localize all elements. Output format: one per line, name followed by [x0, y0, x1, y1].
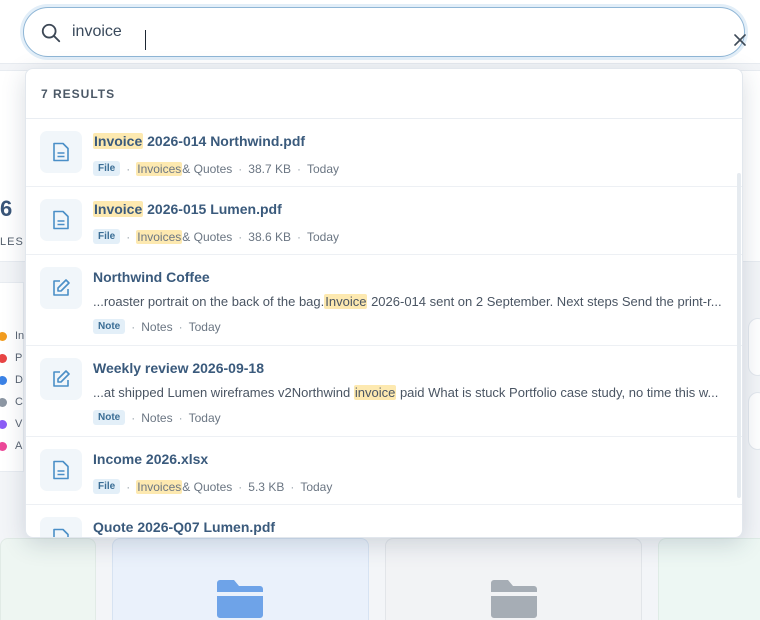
- folder-name: & Quotes: [182, 161, 233, 176]
- file-size: 38.7 KB: [248, 161, 291, 176]
- modified-date: Today: [188, 410, 221, 425]
- result-meta: File · Invoices & Quotes · 5.3 KB · Toda…: [93, 479, 332, 494]
- result-title: Quote 2026-Q07 Lumen.pdf: [93, 519, 276, 535]
- type-badge: Note: [93, 319, 126, 334]
- folder-card[interactable]: [658, 538, 760, 620]
- search-icon: [41, 23, 61, 43]
- legend-item: A: [0, 439, 22, 453]
- folder-icon: [217, 580, 263, 618]
- legend-item: P: [0, 351, 22, 365]
- result-meta: File · Invoices & Quotes · 38.7 KB · Tod…: [93, 161, 339, 176]
- clear-search-button[interactable]: [728, 28, 752, 52]
- legend-item: In: [0, 329, 24, 343]
- match-highlight: invoice: [353, 385, 397, 400]
- type-badge: File: [93, 161, 121, 176]
- results-count: 7 RESULTS: [26, 69, 742, 119]
- result-title: Weekly review 2026-09-18: [93, 360, 264, 376]
- result-type-icon-box: [40, 358, 82, 400]
- result-meta: Note · Notes · Today: [93, 410, 221, 425]
- result-item[interactable]: Northwind Coffee ...roaster portrait on …: [26, 255, 742, 346]
- category-name: Notes: [141, 410, 173, 425]
- legend-label: A: [15, 440, 23, 452]
- file-icon: [53, 210, 69, 230]
- search-bar[interactable]: [23, 7, 746, 57]
- result-snippet: ...at shipped Lumen wireframes v2Northwi…: [93, 385, 719, 400]
- result-snippet: ...roaster portrait on the back of the b…: [93, 294, 722, 309]
- match-highlight: Invoice: [93, 201, 144, 217]
- type-badge: File: [93, 229, 121, 244]
- legend-dot: [0, 375, 7, 385]
- result-type-icon-box: [40, 131, 82, 173]
- modified-date: Today: [307, 229, 340, 244]
- result-meta: Note · Notes · Today: [93, 319, 221, 334]
- modified-date: Today: [307, 161, 340, 176]
- legend-dot: [0, 441, 7, 451]
- match-highlight: Invoice: [324, 294, 368, 309]
- result-item[interactable]: Weekly review 2026-09-18 ...at shipped L…: [26, 346, 742, 437]
- result-item[interactable]: Income 2026.xlsx File · Invoices & Quote…: [26, 437, 742, 505]
- side-control[interactable]: [748, 392, 760, 450]
- stat-number: 6: [0, 196, 13, 221]
- match-highlight: Invoices: [136, 161, 183, 176]
- text-caret: [145, 30, 146, 50]
- close-icon: [734, 34, 746, 46]
- result-title: Northwind Coffee: [93, 269, 210, 285]
- folder-name: & Quotes: [182, 479, 233, 494]
- legend-item: V: [0, 417, 22, 431]
- file-size: 38.6 KB: [248, 229, 291, 244]
- legend-label: D: [15, 374, 23, 386]
- result-item[interactable]: Invoice 2026-015 Lumen.pdf File · Invoic…: [26, 187, 742, 255]
- modified-date: Today: [300, 479, 333, 494]
- legend-item: D: [0, 373, 23, 387]
- file-icon: [53, 528, 69, 537]
- match-highlight: Invoice: [93, 133, 144, 149]
- folder-name: & Quotes: [182, 229, 233, 244]
- result-title-text: 2026-015 Lumen.pdf: [143, 201, 282, 217]
- file-size: 5.3 KB: [248, 479, 285, 494]
- folder-card[interactable]: [0, 538, 96, 620]
- result-type-icon-box: [40, 199, 82, 241]
- result-title: Income 2026.xlsx: [93, 451, 209, 467]
- legend-dot: [0, 331, 7, 341]
- file-icon: [53, 142, 69, 162]
- folder-icon: [491, 580, 537, 618]
- results-scrollbar[interactable]: [737, 173, 741, 498]
- modified-date: Today: [188, 319, 221, 334]
- file-icon: [53, 460, 69, 480]
- result-meta: File · Invoices & Quotes · 38.6 KB · Tod…: [93, 229, 339, 244]
- legend-dot: [0, 419, 7, 429]
- stat-label: LES: [0, 236, 24, 248]
- legend-dot: [0, 353, 7, 363]
- result-type-icon-box: [40, 267, 82, 309]
- edit-note-icon: [53, 279, 70, 296]
- result-item[interactable]: Quote 2026-Q07 Lumen.pdf: [26, 505, 742, 537]
- legend-label: V: [15, 418, 23, 430]
- results-list[interactable]: Invoice 2026-014 Northwind.pdf File · In…: [26, 119, 742, 537]
- search-results-dropdown: 7 RESULTS Invoice 2026-014 Northwind.pdf…: [25, 68, 743, 538]
- category-name: Notes: [141, 319, 173, 334]
- search-input[interactable]: [72, 18, 672, 46]
- side-control[interactable]: [748, 318, 760, 376]
- result-title-text: 2026-014 Northwind.pdf: [143, 133, 306, 149]
- type-badge: Note: [93, 410, 126, 425]
- legend-label: P: [15, 352, 23, 364]
- match-highlight: Invoices: [136, 479, 183, 494]
- legend-dot: [0, 397, 7, 407]
- result-type-icon-box: [40, 449, 82, 491]
- type-badge: File: [93, 479, 121, 494]
- legend-label: In: [15, 330, 25, 342]
- match-highlight: Invoices: [136, 229, 183, 244]
- result-item[interactable]: Invoice 2026-014 Northwind.pdf File · In…: [26, 119, 742, 187]
- result-title: Invoice 2026-015 Lumen.pdf: [93, 201, 282, 217]
- legend-label: C: [15, 396, 23, 408]
- result-type-icon-box: [40, 517, 82, 537]
- legend-item: C: [0, 395, 23, 409]
- result-title: Invoice 2026-014 Northwind.pdf: [93, 133, 305, 149]
- edit-note-icon: [53, 370, 70, 387]
